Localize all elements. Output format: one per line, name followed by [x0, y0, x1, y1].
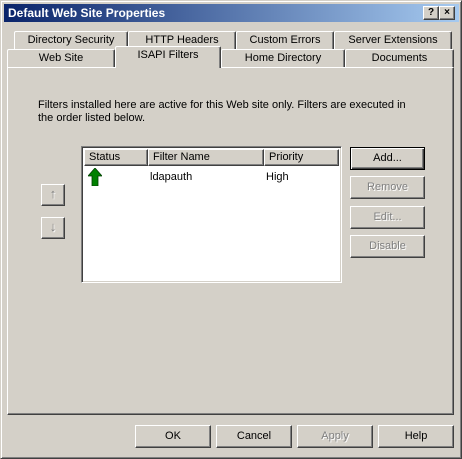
apply-button[interactable]: Apply — [297, 425, 373, 448]
disable-filter-button[interactable]: Disable — [350, 235, 425, 258]
remove-filter-button[interactable]: Remove — [350, 176, 425, 199]
arrow-down-icon: ↓ — [49, 219, 57, 234]
filters-list[interactable]: Status Filter Name Priority ldapauth Hig… — [81, 146, 342, 283]
arrow-up-icon: ↑ — [49, 186, 57, 201]
move-down-button[interactable]: ↓ — [41, 217, 65, 239]
add-filter-button[interactable]: Add... — [350, 147, 425, 170]
close-title-button[interactable]: × — [439, 6, 455, 20]
properties-dialog: Default Web Site Properties ? × Director… — [0, 0, 462, 459]
edit-filter-button[interactable]: Edit... — [350, 206, 425, 229]
priority-cell: High — [266, 171, 289, 183]
help-title-button[interactable]: ? — [423, 6, 439, 20]
tab-server-extensions[interactable]: Server Extensions — [334, 31, 452, 50]
help-button[interactable]: Help — [378, 425, 454, 448]
filters-description: Filters installed here are active for th… — [38, 99, 406, 124]
column-header-priority[interactable]: Priority — [264, 149, 339, 166]
filter-name-cell: ldapauth — [150, 171, 193, 183]
ok-button[interactable]: OK — [135, 425, 211, 448]
window-title: Default Web Site Properties — [8, 6, 166, 20]
tab-documents[interactable]: Documents — [345, 49, 454, 68]
tab-home-directory[interactable]: Home Directory — [221, 49, 345, 68]
tab-isapi-filters[interactable]: ISAPI Filters — [115, 46, 221, 68]
tab-web-site[interactable]: Web Site — [7, 49, 115, 68]
move-up-button[interactable]: ↑ — [41, 184, 65, 206]
title-bar[interactable]: Default Web Site Properties ? × — [4, 4, 459, 22]
tab-custom-errors[interactable]: Custom Errors — [236, 31, 334, 50]
column-header-status[interactable]: Status — [84, 149, 148, 166]
tab-directory-security[interactable]: Directory Security — [14, 31, 128, 50]
green-up-arrow-icon — [87, 167, 103, 190]
cancel-button[interactable]: Cancel — [216, 425, 292, 448]
column-header-filter-name[interactable]: Filter Name — [148, 149, 264, 166]
